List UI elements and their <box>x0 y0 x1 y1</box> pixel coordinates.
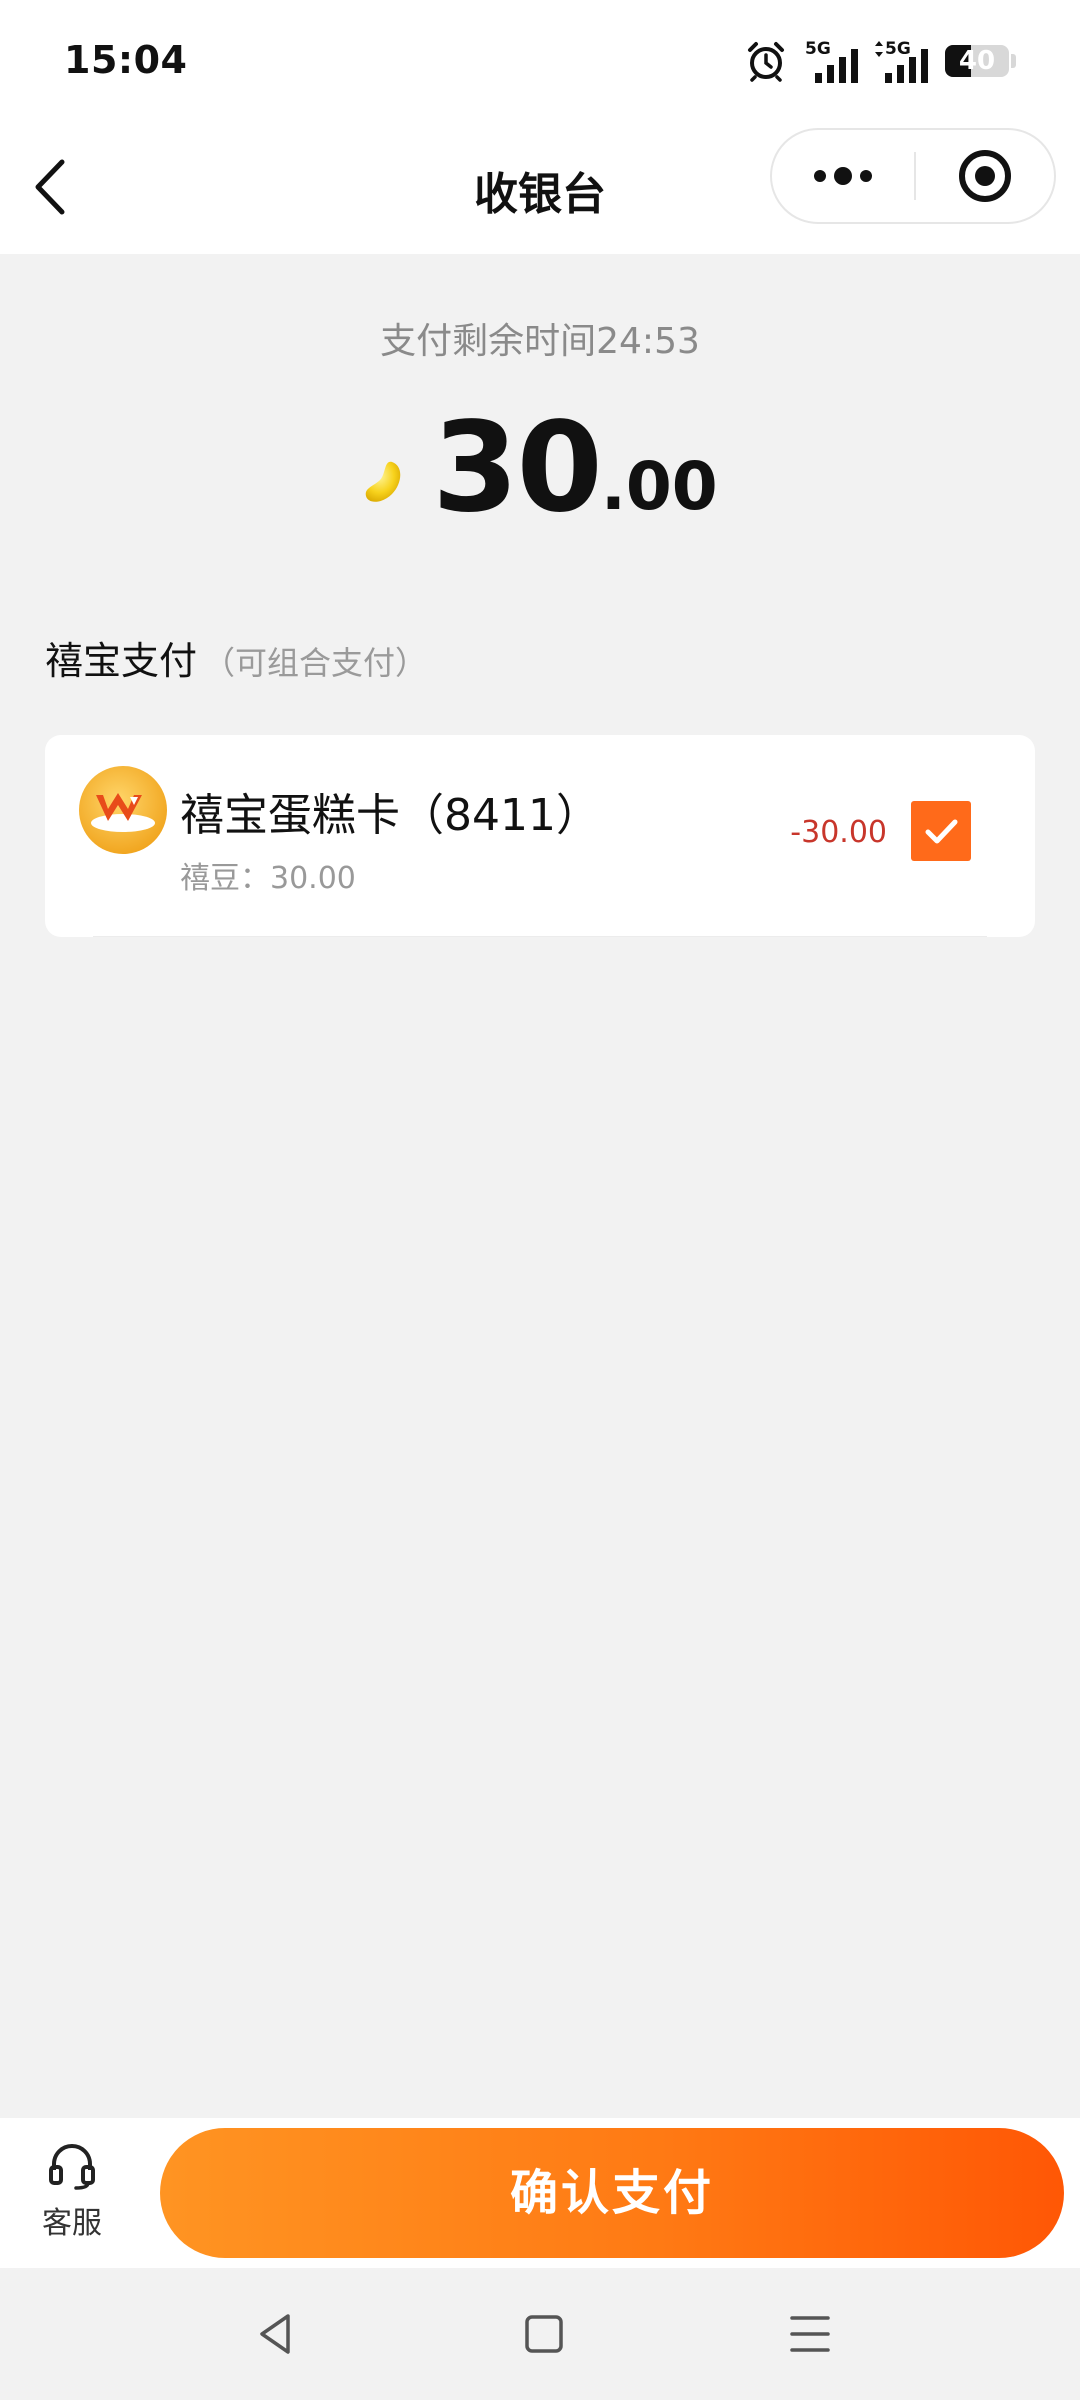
card-logo-icon <box>79 766 167 854</box>
payment-countdown: 支付剩余时间24:53 <box>380 321 700 362</box>
status-icons: 5G 5G 40 <box>745 36 1016 86</box>
close-target-icon <box>959 150 1011 202</box>
system-navigation-bar <box>0 2268 1080 2400</box>
payment-section-title: 禧宝支付 （可组合支付） <box>45 630 427 685</box>
card-name: 禧宝蛋糕卡（8411） <box>180 790 600 841</box>
bottom-action-bar: 客服 确认支付 <box>0 2118 1080 2268</box>
alarm-icon <box>748 42 784 82</box>
amount-decimal: .00 <box>600 448 718 525</box>
headset-icon <box>49 2143 95 2190</box>
payment-amount: 30 .00 <box>0 400 1080 530</box>
status-bar: 15:04 5G 5G 40 <box>0 0 1080 122</box>
system-menu-button[interactable] <box>784 2308 836 2360</box>
section-title-text: 禧宝支付 <box>45 639 198 683</box>
close-mini-program-button[interactable] <box>916 130 1054 222</box>
nav-bar: 收银台 <box>0 122 1080 254</box>
check-icon <box>925 819 958 844</box>
system-home-button[interactable] <box>518 2308 570 2360</box>
amount-integer: 30 <box>432 396 603 540</box>
more-button[interactable] <box>772 130 914 222</box>
data-arrows-icon <box>875 41 883 57</box>
card-deduction-amount: -30.00 <box>790 815 887 850</box>
mini-program-capsule <box>770 128 1056 224</box>
nav-back-icon <box>260 2314 290 2354</box>
customer-service-label: 客服 <box>42 2206 102 2241</box>
nav-menu-icon <box>790 2316 830 2352</box>
card-balance: 禧豆：30.00 <box>180 861 356 896</box>
more-icon <box>814 167 872 185</box>
card-divider <box>93 936 987 937</box>
system-back-button[interactable] <box>250 2308 302 2360</box>
section-subtitle: （可组合支付） <box>203 644 428 682</box>
payment-card-item[interactable]: 禧宝蛋糕卡（8411） 禧豆：30.00 -30.00 <box>45 735 1035 937</box>
customer-service-button[interactable]: 客服 <box>20 2140 124 2250</box>
confirm-pay-button[interactable]: 确认支付 <box>160 2128 1064 2258</box>
status-time: 15:04 <box>64 38 188 82</box>
signal-5g-1: 5G <box>805 39 858 83</box>
battery-indicator: 40 <box>945 45 1009 77</box>
card-checkbox[interactable] <box>911 801 971 861</box>
bean-icon <box>365 461 401 502</box>
battery-tip <box>1011 54 1016 68</box>
nav-home-icon <box>525 2315 563 2353</box>
signal-5g-2: 5G <box>875 39 928 83</box>
